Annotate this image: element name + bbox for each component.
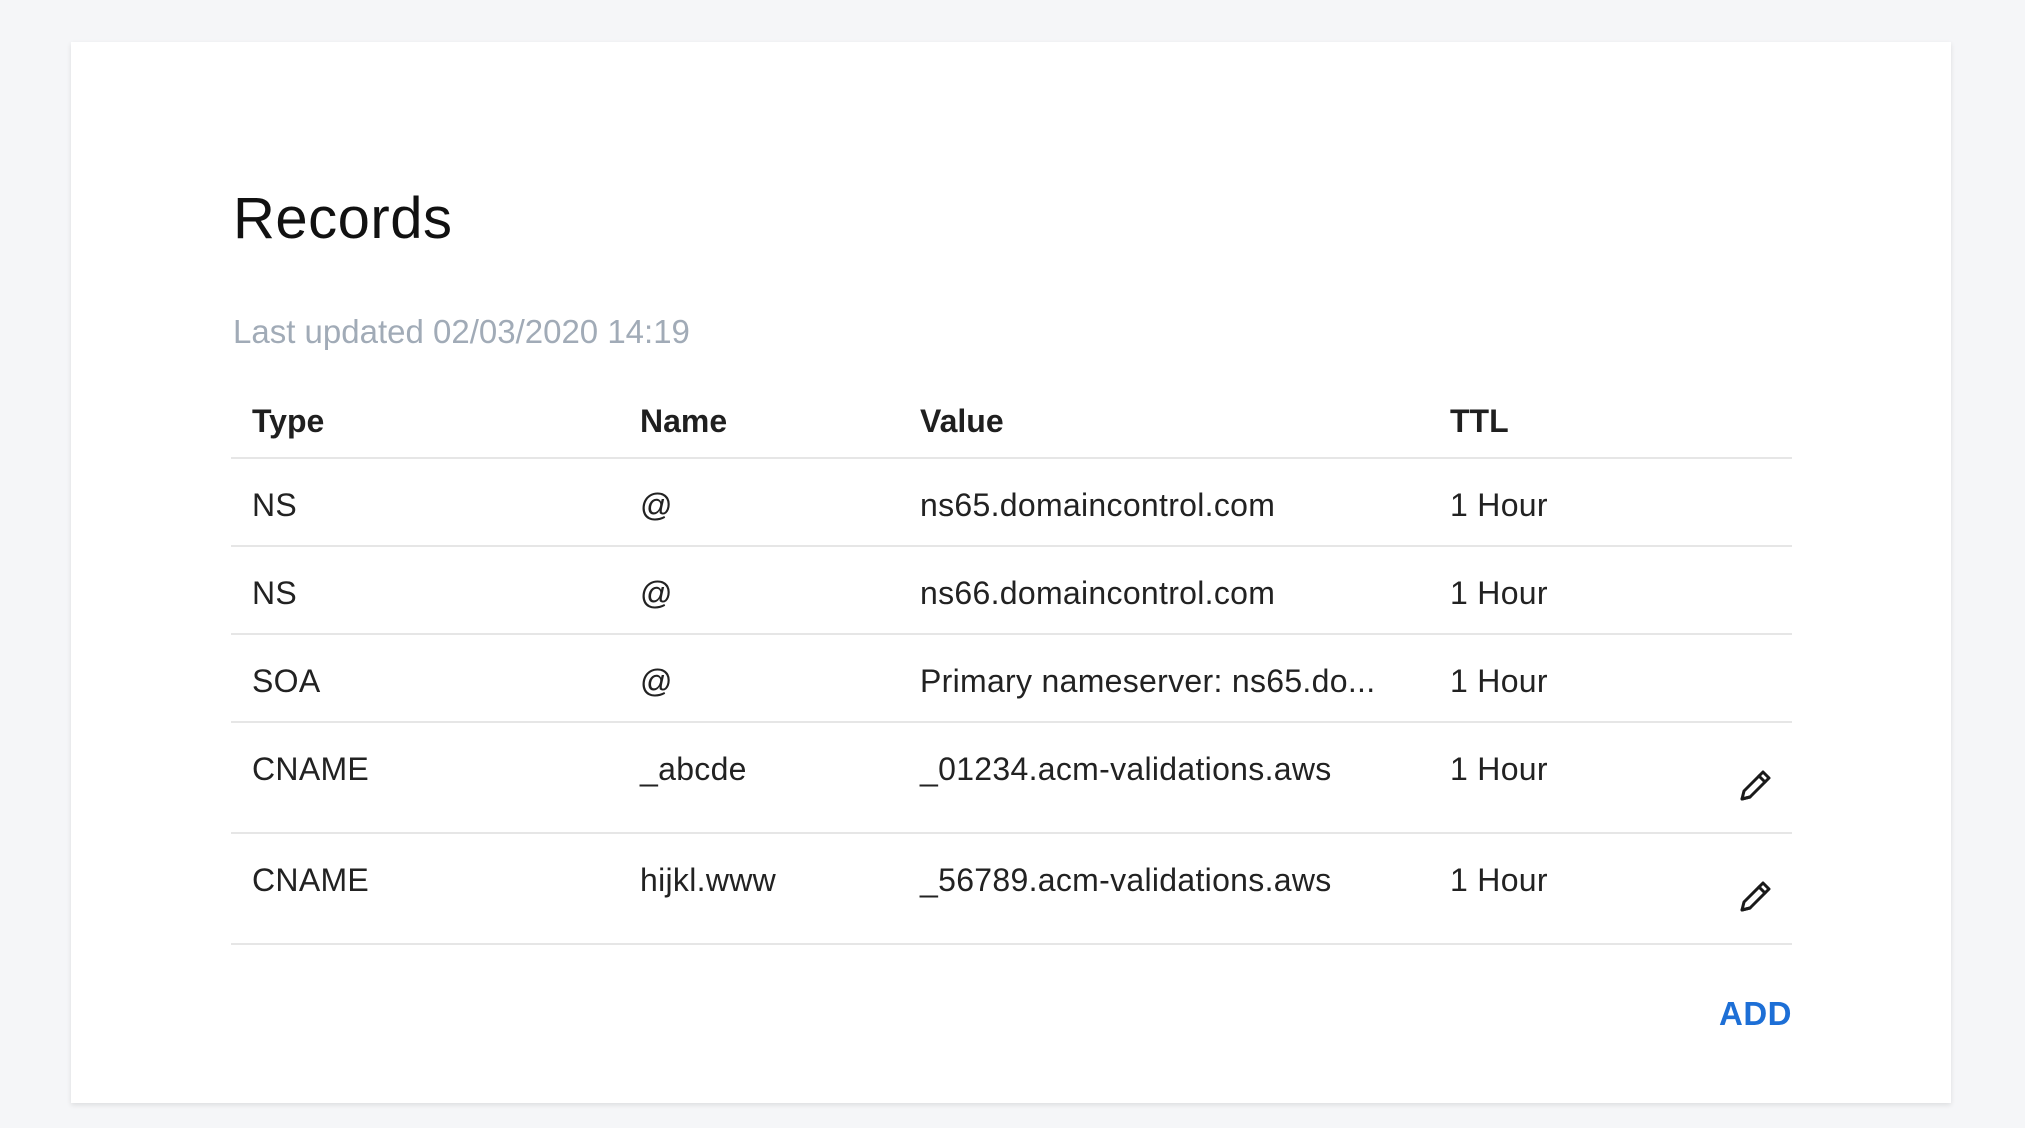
- table-row: NS @ ns66.domaincontrol.com 1 Hour: [231, 547, 1792, 635]
- table-row: NS @ ns65.domaincontrol.com 1 Hour: [231, 459, 1792, 547]
- record-type: CNAME: [252, 751, 370, 787]
- records-card: Records Last updated 02/03/2020 14:19 Ty…: [71, 42, 1951, 1103]
- record-value: _01234.acm-validations.aws: [920, 751, 1332, 787]
- record-name: @: [640, 575, 673, 611]
- record-value: ns66.domaincontrol.com: [920, 575, 1276, 611]
- record-ttl: 1 Hour: [1450, 487, 1548, 523]
- column-header-type: Type: [252, 403, 325, 439]
- table-row: SOA @ Primary nameserver: ns65.do... 1 H…: [231, 635, 1792, 723]
- record-type: SOA: [252, 663, 321, 699]
- table-row: CNAME hijkl.www _56789.acm-validations.a…: [231, 834, 1792, 945]
- dns-records-table: Type Name Value TTL NS @ ns65.domaincont…: [231, 375, 1792, 945]
- table-row: CNAME _abcde _01234.acm-validations.aws …: [231, 723, 1792, 834]
- record-ttl: 1 Hour: [1450, 575, 1548, 611]
- record-ttl: 1 Hour: [1450, 751, 1548, 787]
- last-updated-text: Last updated 02/03/2020 14:19: [233, 313, 690, 350]
- record-value: _56789.acm-validations.aws: [920, 862, 1332, 898]
- column-header-ttl: TTL: [1450, 403, 1509, 439]
- record-type: NS: [252, 575, 298, 611]
- page-title: Records: [233, 186, 453, 251]
- column-header-name: Name: [640, 403, 728, 439]
- add-record-button[interactable]: ADD: [1719, 997, 1792, 1030]
- column-header-value: Value: [920, 403, 1004, 439]
- record-name: _abcde: [640, 751, 747, 787]
- record-value: Primary nameserver: ns65.do...: [920, 663, 1376, 699]
- record-name: @: [640, 487, 673, 523]
- record-ttl: 1 Hour: [1450, 862, 1548, 898]
- record-type: NS: [252, 487, 298, 523]
- record-ttl: 1 Hour: [1450, 663, 1548, 699]
- record-value: ns65.domaincontrol.com: [920, 487, 1276, 523]
- record-type: CNAME: [252, 862, 370, 898]
- pencil-icon: [1740, 881, 1771, 912]
- record-name: @: [640, 663, 673, 699]
- pencil-icon: [1740, 770, 1771, 801]
- table-header-row: Type Name Value TTL: [231, 375, 1792, 459]
- record-name: hijkl.www: [640, 862, 777, 898]
- edit-record-button[interactable]: [1734, 763, 1778, 807]
- edit-record-button[interactable]: [1734, 874, 1778, 918]
